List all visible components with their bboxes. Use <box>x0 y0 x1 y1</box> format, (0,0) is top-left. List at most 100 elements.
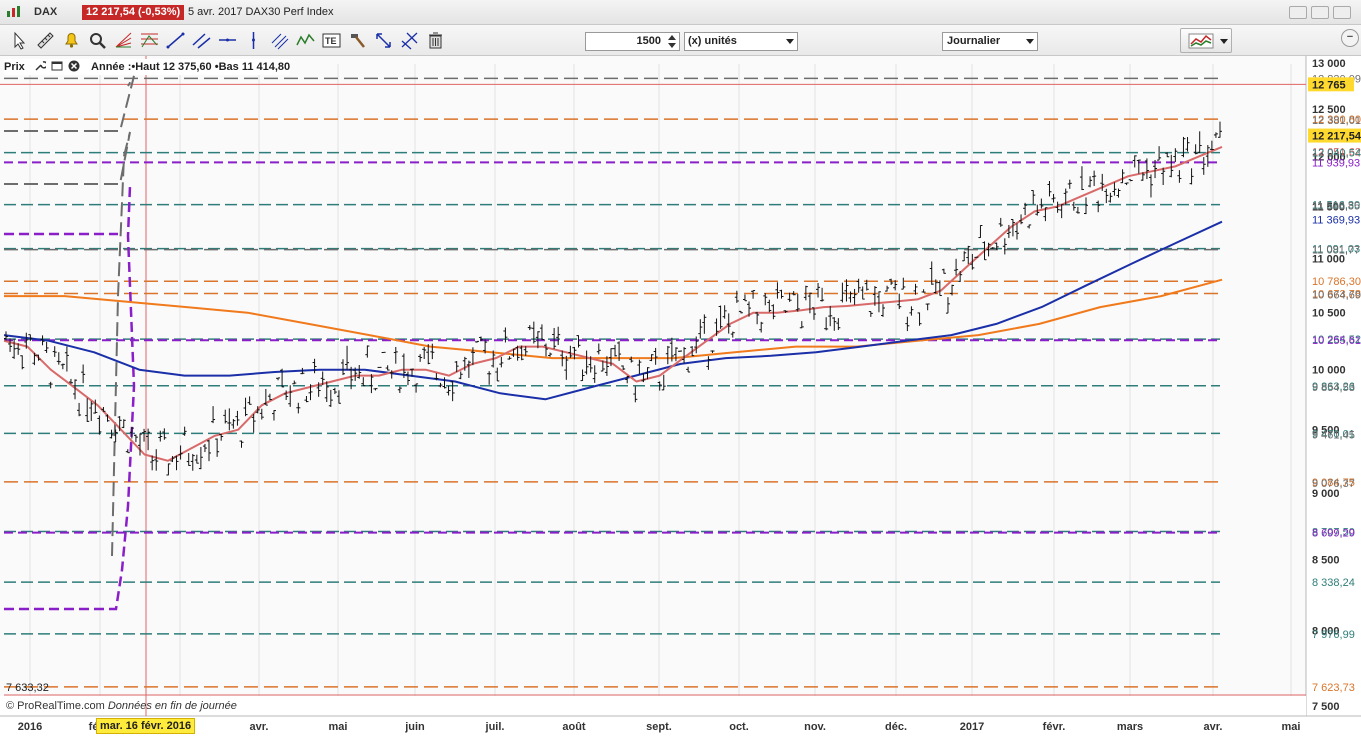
x-tick-label: mai <box>1282 721 1301 733</box>
units-spinner-icon[interactable] <box>666 33 678 50</box>
pointer-tool[interactable] <box>9 30 30 51</box>
units-type-select[interactable]: (x) unités <box>684 32 798 51</box>
level-value-label: 11 939,93 <box>1312 157 1360 169</box>
level-value-label: 10 786,30 <box>1312 276 1361 288</box>
crossing-lines-icon <box>401 32 418 50</box>
x-tick-label: nov. <box>804 721 826 733</box>
ruler-icon <box>37 32 54 49</box>
level-value-label: 9 461,45 <box>1312 429 1355 441</box>
x-tick-label: avr. <box>1204 721 1223 733</box>
period-select[interactable]: Journalier <box>942 32 1038 51</box>
level-value-label: 11 369,93 <box>1312 215 1360 227</box>
level-value-label: 9 076,37 <box>1312 478 1355 490</box>
text-tool-tool[interactable]: TE <box>321 30 342 51</box>
level-value-label: 10 664,69 <box>1312 289 1361 301</box>
magnifier-tool[interactable] <box>87 30 108 51</box>
level-value-label: 12 217,54 <box>1312 131 1361 143</box>
price-change-badge: 12 217,54 (-0,53%) <box>82 5 185 20</box>
magnifier-icon <box>90 33 106 49</box>
x-tick-label: juin <box>404 721 425 733</box>
level-value-label: 12 381,01 <box>1312 115 1361 127</box>
trend-line-tool[interactable] <box>165 30 186 51</box>
data-note: Données en fin de journée <box>107 700 237 712</box>
x-tick-label: août <box>562 721 586 733</box>
crossing-lines-tool[interactable] <box>399 30 420 51</box>
wave-pattern-tool[interactable] <box>295 30 316 51</box>
price-bar <box>381 351 386 354</box>
level-value-label: 12 765 <box>1312 79 1346 91</box>
x-tick-label: mai <box>329 721 348 733</box>
x-tick-label: oct. <box>729 721 749 733</box>
window-controls <box>1285 6 1351 22</box>
window-icon[interactable] <box>51 60 63 72</box>
pointer-icon <box>14 31 26 50</box>
chart-window-icon <box>7 6 20 17</box>
x-tick-label: déc. <box>885 721 907 733</box>
y-tick-label: 10 500 <box>1312 308 1346 320</box>
trash-icon <box>429 32 442 49</box>
add-indicator-button[interactable] <box>1180 28 1232 53</box>
drawing-toolbar: TE 1500 (x) unités Journalier <box>0 25 1361 56</box>
x-tick-label: juil. <box>485 721 505 733</box>
indicator-chart-icon <box>1188 33 1214 49</box>
channel-line-icon <box>192 33 211 49</box>
x-tick-label: 2016 <box>18 721 42 733</box>
wrench-icon[interactable] <box>34 60 46 72</box>
fibonacci-fan-icon <box>115 32 132 48</box>
chart-legend: Prix Année :•Haut 12 375,60 •Bas 11 414,… <box>4 59 291 75</box>
alarm-bell-tool[interactable] <box>61 30 82 51</box>
arrows-icon <box>376 33 391 48</box>
level-value-label: 7 623,73 <box>1312 682 1355 694</box>
collapse-button[interactable]: − <box>1341 29 1359 47</box>
channel-line-tool[interactable] <box>191 30 212 51</box>
maximize-button[interactable] <box>1333 6 1351 19</box>
x-tick-label: avr. <box>250 721 269 733</box>
brand-text: © ProRealTime.com <box>6 700 105 712</box>
wave-pattern-icon <box>296 33 315 46</box>
parallel-lines-icon <box>271 33 289 50</box>
svg-text:TE: TE <box>325 36 337 46</box>
restore-button[interactable] <box>1311 6 1329 19</box>
price-chart[interactable]: 2016 févr. mars avr. mai juin juil. août sept. oc… <box>0 56 1361 738</box>
parallel-lines-tool[interactable] <box>269 30 290 51</box>
chevron-down-icon <box>1220 39 1228 44</box>
close-icon[interactable] <box>68 60 80 72</box>
level-value-label: 10 255,61 <box>1312 335 1361 347</box>
vertical-line-icon <box>252 32 255 49</box>
fibonacci-retracement-tool[interactable] <box>139 30 160 51</box>
x-tick-label: févr. <box>1043 721 1066 733</box>
level-value-label: 11 081,77 <box>1312 245 1360 257</box>
horizontal-line-tool[interactable] <box>217 30 238 51</box>
fibonacci-fan-tool[interactable] <box>113 30 134 51</box>
text-tool-icon: TE <box>322 33 341 48</box>
level-value-label: 8 338,24 <box>1312 577 1355 589</box>
price-label: Prix <box>4 61 25 73</box>
chart-canvas[interactable]: 2016 févr. mars avr. mai juin juil. août sept. oc… <box>0 56 1361 738</box>
hammer-icon <box>351 34 365 48</box>
ruler-tool[interactable] <box>35 30 56 51</box>
y-tick-label: 8 500 <box>1312 555 1340 567</box>
hammer-tool[interactable] <box>347 30 368 51</box>
price-bar <box>974 256 979 258</box>
y-tick-label: 13 000 <box>1312 58 1346 70</box>
fibonacci-retracement-icon <box>141 33 158 48</box>
y-tick-label: 10 000 <box>1312 365 1346 377</box>
title-bar: DAX 12 217,54 (-0,53%) 5 avr. 2017 DAX30… <box>0 0 1361 25</box>
level-value-label: 9 854,53 <box>1312 382 1355 394</box>
arrows-tool[interactable] <box>373 30 394 51</box>
date-cursor-label: mar. 16 févr. 2016 <box>96 718 196 734</box>
x-axis-panel <box>0 716 1361 738</box>
vertical-line-tool[interactable] <box>243 30 264 51</box>
x-tick-label: 2017 <box>960 721 984 733</box>
chevron-down-icon <box>786 39 794 44</box>
units-type-label: (x) unités <box>688 35 737 47</box>
level-value-label: 7 976,99 <box>1312 629 1355 641</box>
trash-tool[interactable] <box>425 30 446 51</box>
horizontal-line-icon <box>219 38 236 42</box>
minimize-button[interactable] <box>1289 6 1307 19</box>
chevron-down-icon <box>1026 39 1034 44</box>
level-value-label: 8 699,29 <box>1312 528 1355 540</box>
x-tick-label: sept. <box>646 721 672 733</box>
y-tick-label: 7 500 <box>1312 701 1340 713</box>
instrument-date-title: 5 avr. 2017 DAX30 Perf Index <box>188 6 334 18</box>
